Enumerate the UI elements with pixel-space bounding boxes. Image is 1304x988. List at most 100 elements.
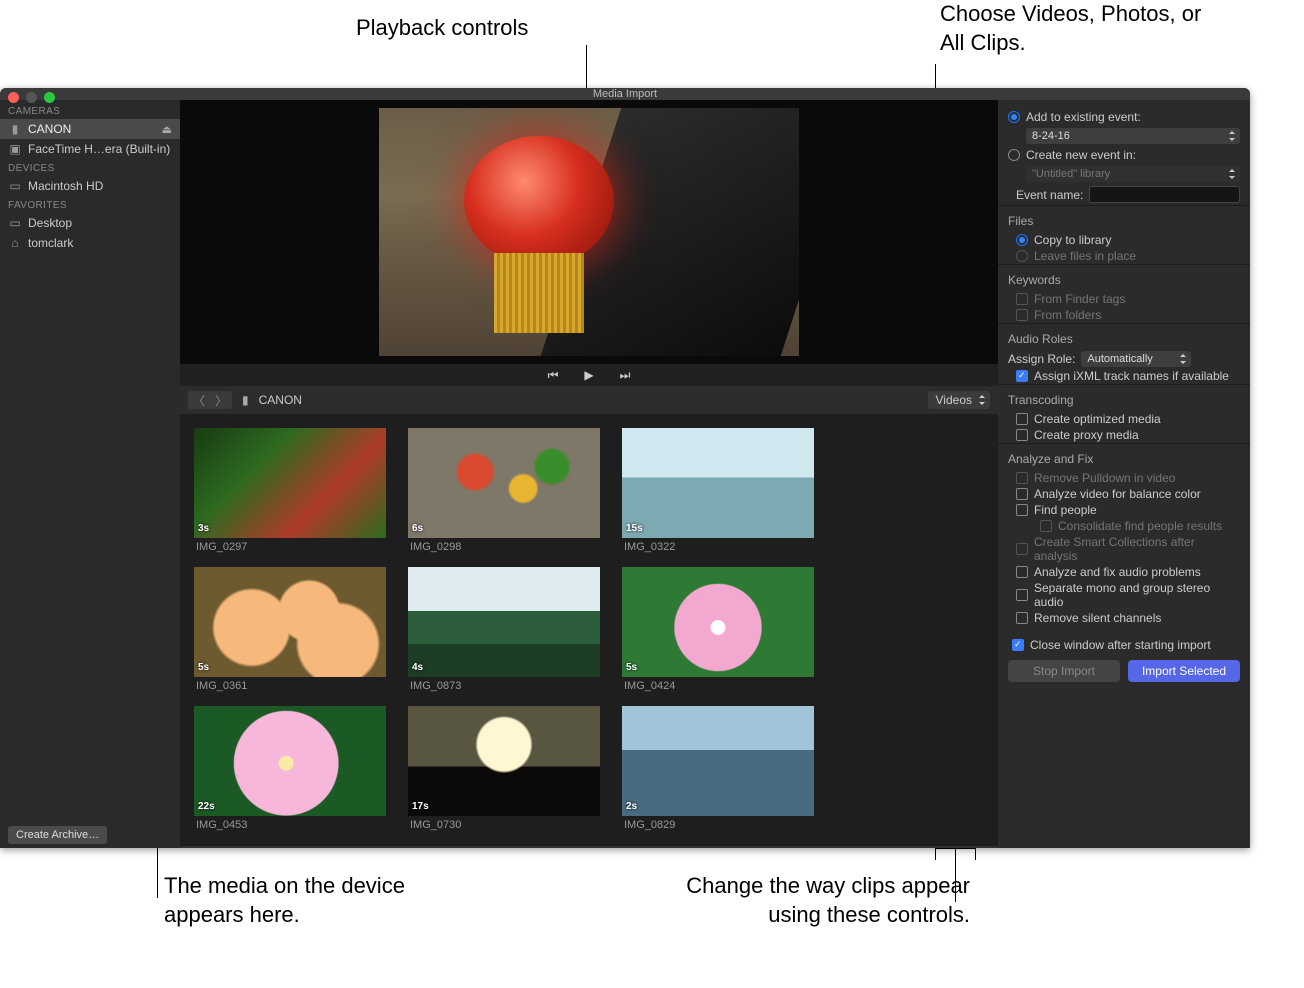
label: Remove silent channels (1034, 611, 1161, 625)
label: Create proxy media (1034, 428, 1139, 442)
desktop-icon: ▭ (8, 216, 22, 230)
label: From Finder tags (1034, 292, 1125, 306)
sidebar-label: Macintosh HD (28, 179, 103, 193)
sidebar-item-macintosh-hd[interactable]: ▭ Macintosh HD (0, 176, 180, 196)
camera-icon: ▮ (8, 122, 22, 136)
assign-role-select[interactable]: Automatically (1081, 351, 1191, 367)
check-proxy-media[interactable] (1016, 429, 1028, 441)
statusbar: 1 of 48 selected, 04:20 ☰ ▦ (180, 845, 998, 848)
playback-controls: ⏮ ▶ ⏭ (180, 364, 998, 386)
check-find-people[interactable] (1016, 504, 1028, 516)
label: Close window after starting import (1030, 638, 1211, 652)
window-titlebar: Media Import (0, 88, 1250, 100)
clip-duration: 5s (198, 662, 209, 673)
sidebar-header-favorites: FAVORITES (0, 196, 180, 213)
clip-duration: 5s (626, 662, 637, 673)
label: Add to existing event: (1026, 110, 1141, 124)
label: From folders (1034, 308, 1101, 322)
location-icon: ▮ (242, 393, 249, 407)
sidebar-header-devices: DEVICES (0, 159, 180, 176)
callout-bracket (935, 848, 975, 849)
label: Analyze video for balance color (1034, 487, 1201, 501)
label: Assign Role: (1008, 352, 1075, 366)
check-separate-mono[interactable] (1016, 589, 1028, 601)
section-keywords: Keywords (998, 264, 1250, 291)
clip-duration: 4s (412, 662, 423, 673)
library-select: "Untitled" library (1026, 166, 1240, 182)
label: Assign iXML track names if available (1034, 369, 1229, 383)
clip-name: IMG_0829 (622, 816, 814, 841)
label: Create Smart Collections after analysis (1034, 535, 1240, 563)
sidebar-item-facetime[interactable]: ▣ FaceTime H…era (Built-in) (0, 139, 180, 159)
check-smart-collections (1016, 543, 1028, 555)
section-analyze: Analyze and Fix (998, 443, 1250, 470)
preview-area (180, 100, 998, 364)
label: Analyze and fix audio problems (1034, 565, 1201, 579)
clip-item[interactable]: 15sIMG_0322 (622, 428, 814, 563)
disk-icon: ▭ (8, 179, 22, 193)
callout-bracket (935, 848, 936, 860)
check-ixml[interactable] (1016, 370, 1028, 382)
clip-duration: 22s (198, 801, 215, 812)
check-finder-tags (1016, 293, 1028, 305)
clip-item[interactable]: 3sIMG_0297 (194, 428, 386, 563)
section-transcoding: Transcoding (998, 384, 1250, 411)
check-close-after-import[interactable] (1012, 639, 1024, 651)
clip-grid: 3sIMG_0297 6sIMG_0298 15sIMG_0322 5sIMG_… (180, 414, 998, 845)
clip-item[interactable]: 17sIMG_0730 (408, 706, 600, 841)
eject-icon[interactable]: ⏏ (162, 123, 172, 136)
create-archive-button[interactable]: Create Archive… (8, 826, 107, 844)
clip-item[interactable]: 2s IMG_0829 (622, 706, 814, 841)
sidebar-item-tomclark[interactable]: ⌂ tomclark (0, 233, 180, 253)
play-icon[interactable]: ▶ (584, 368, 593, 382)
check-audio-problems[interactable] (1016, 566, 1028, 578)
clip-item[interactable]: 6s IMG_0298 (408, 428, 600, 563)
radio-add-existing[interactable] (1008, 111, 1020, 123)
radio-copy-to-library[interactable] (1016, 234, 1028, 246)
label: Separate mono and group stereo audio (1034, 581, 1240, 609)
prev-clip-icon[interactable]: ⏮ (548, 368, 559, 383)
zoom-window-icon[interactable] (44, 92, 55, 103)
sidebar-label: tomclark (28, 236, 73, 250)
clip-item[interactable]: 5s IMG_0361 (194, 567, 386, 702)
check-remove-pulldown (1016, 472, 1028, 484)
clip-name: IMG_0453 (194, 816, 386, 841)
radio-create-new[interactable] (1008, 149, 1020, 161)
clip-name: IMG_0873 (408, 677, 600, 702)
sidebar-item-canon[interactable]: ▮ CANON ⏏ (0, 119, 180, 139)
check-remove-silent[interactable] (1016, 612, 1028, 624)
nav-back-icon[interactable]: 〈 (188, 391, 210, 409)
import-selected-button[interactable]: Import Selected (1128, 660, 1240, 682)
clip-duration: 2s (626, 801, 637, 812)
clip-item[interactable]: 4s IMG_0873 (408, 567, 600, 702)
minimize-window-icon[interactable] (26, 92, 37, 103)
clip-item[interactable]: 22s IMG_0453 (194, 706, 386, 841)
clip-name: IMG_0298 (408, 538, 600, 563)
close-window-icon[interactable] (8, 92, 19, 103)
radio-leave-in-place (1016, 250, 1028, 262)
check-analyze-color[interactable] (1016, 488, 1028, 500)
event-name-field[interactable] (1089, 186, 1240, 203)
callout-line (955, 848, 956, 902)
clip-name: IMG_0361 (194, 677, 386, 702)
check-consolidate (1040, 520, 1052, 532)
clip-item[interactable]: 5sIMG_0424 (622, 567, 814, 702)
label: Leave files in place (1034, 249, 1136, 263)
import-options: Add to existing event: 8-24-16 Create ne… (998, 100, 1250, 848)
clip-duration: 15s (626, 523, 643, 534)
browser-header: 〈 〉 ▮ CANON Videos (180, 386, 998, 414)
clip-duration: 6s (412, 523, 423, 534)
check-optimized-media[interactable] (1016, 413, 1028, 425)
existing-event-select[interactable]: 8-24-16 (1026, 128, 1240, 144)
stop-import-button[interactable]: Stop Import (1008, 660, 1120, 682)
clip-duration: 3s (198, 523, 209, 534)
filter-dropdown[interactable]: Videos (928, 391, 990, 409)
nav-forward-icon[interactable]: 〉 (210, 391, 232, 409)
sidebar-header-cameras: CAMERAS (0, 102, 180, 119)
media-import-window: Media Import CAMERAS ▮ CANON ⏏ ▣ FaceTim… (0, 88, 1250, 848)
sidebar-label: CANON (28, 122, 71, 136)
home-icon: ⌂ (8, 236, 22, 250)
next-clip-icon[interactable]: ⏭ (620, 368, 631, 383)
sidebar-item-desktop[interactable]: ▭ Desktop (0, 213, 180, 233)
callout-playback: Playback controls (356, 14, 528, 43)
